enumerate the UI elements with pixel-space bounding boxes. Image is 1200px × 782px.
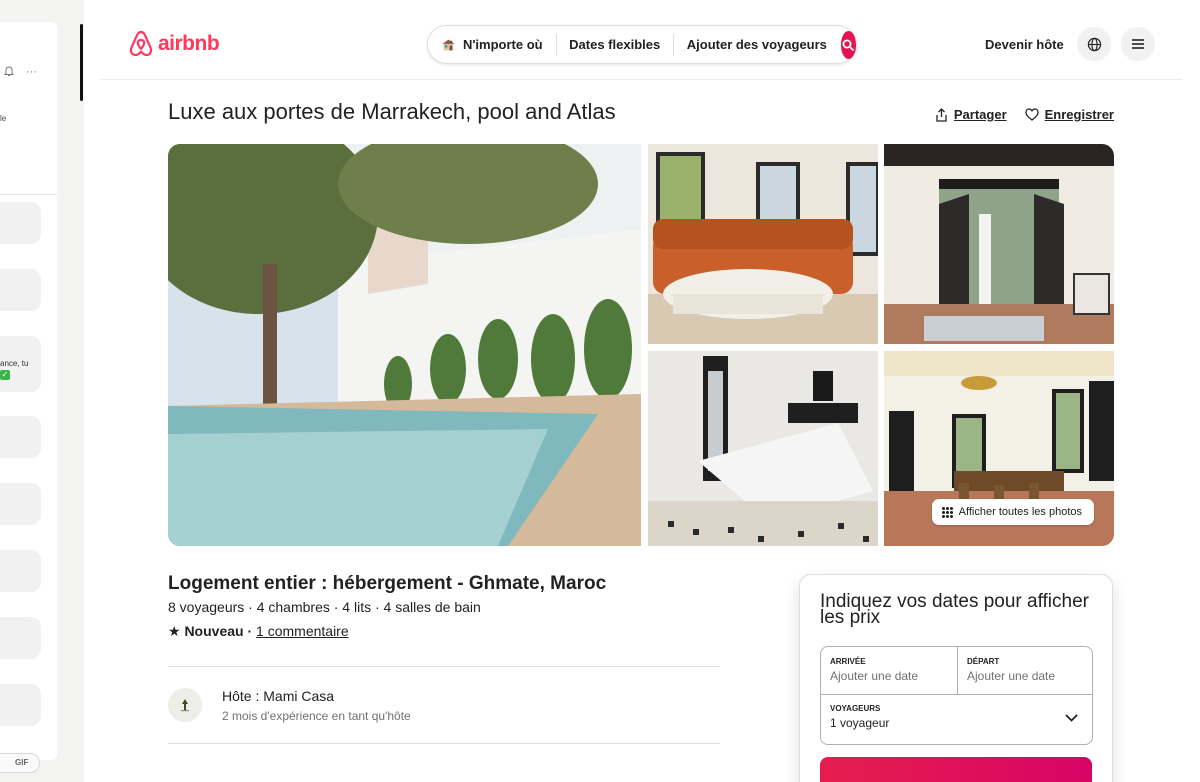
chat-bubble[interactable] <box>0 483 41 525</box>
menu-icon <box>1132 39 1144 49</box>
photo-pool[interactable] <box>168 144 641 546</box>
search-bar[interactable]: N'importe où Dates flexibles Ajouter des… <box>427 25 857 64</box>
globe-icon <box>1087 37 1101 51</box>
airbnb-logo[interactable]: airbnb <box>128 30 220 58</box>
booking-card: Indiquez vos dates pour afficher les pri… <box>799 574 1113 782</box>
language-button[interactable] <box>1077 27 1111 61</box>
site-header: airbnb N'importe où Dates flexibles Ajou… <box>101 0 1182 80</box>
chat-bubble[interactable] <box>0 269 41 311</box>
listing-rating: ★ Nouveau · 1 commentaire <box>168 623 349 640</box>
checkout-value: Ajouter une date <box>967 669 1056 683</box>
guests-label: VOYAGEURS <box>830 704 881 713</box>
chat-divider <box>0 194 57 195</box>
share-button[interactable]: Partager <box>935 107 1007 122</box>
chat-bubble[interactable] <box>0 202 41 244</box>
house-icon <box>442 39 455 50</box>
field-divider <box>821 694 1092 695</box>
show-all-photos-label: Afficher toutes les photos <box>958 506 1082 518</box>
show-all-photos-button[interactable]: Afficher toutes les photos <box>931 499 1094 525</box>
host-experience: 2 mois d'expérience en tant qu'hôte <box>222 709 411 723</box>
chat-bubble[interactable] <box>0 684 41 726</box>
search-button[interactable] <box>840 30 857 59</box>
divider <box>168 666 720 667</box>
checkout-field[interactable]: DÉPART Ajouter une date <box>967 657 1055 683</box>
chat-bubble-text: ance, tu ✓ <box>0 359 29 380</box>
photo-gallery: Afficher toutes les photos <box>168 144 1114 546</box>
gif-button[interactable]: GIF <box>0 753 40 773</box>
menu-button[interactable] <box>1121 27 1155 61</box>
checkout-label: DÉPART <box>967 657 1000 666</box>
divider <box>168 743 720 744</box>
field-divider <box>957 647 958 694</box>
checkin-value: Ajouter une date <box>830 669 919 683</box>
rating-new: ★ Nouveau <box>168 623 244 639</box>
check-availability-button[interactable] <box>820 757 1092 782</box>
share-label: Partager <box>953 107 1007 122</box>
search-where[interactable]: N'importe où <box>463 37 543 52</box>
guests-value: 1 voyageur <box>830 716 890 730</box>
chat-text-fragment: le <box>0 114 7 123</box>
search-who[interactable]: Ajouter des voyageurs <box>687 37 827 52</box>
airbnb-logo-icon <box>129 30 153 57</box>
chat-bubble[interactable] <box>0 617 41 659</box>
listing-subtitle: Logement entier : hébergement - Ghmate, … <box>168 573 607 594</box>
more-icon[interactable]: ··· <box>26 66 37 80</box>
listing-actions: Partager Enregistrer <box>935 107 1114 122</box>
listing-title: Luxe aux portes de Marrakech, pool and A… <box>168 99 616 124</box>
search-divider <box>673 33 674 56</box>
search-icon <box>842 39 855 51</box>
photo-living-room[interactable] <box>648 144 878 344</box>
guests-field[interactable]: VOYAGEURS 1 voyageur <box>830 704 889 730</box>
rating-separator: · <box>243 623 257 639</box>
grid-dots-icon <box>941 506 953 518</box>
review-link[interactable]: 1 commentaire <box>256 623 349 639</box>
chevron-down-icon[interactable] <box>1065 714 1078 722</box>
chat-bubble[interactable] <box>0 550 41 592</box>
checkmark-icon: ✓ <box>0 370 10 380</box>
share-icon <box>936 107 947 122</box>
booking-title: Indiquez vos dates pour afficher les pri… <box>820 591 1089 628</box>
photo-entrance[interactable] <box>884 144 1114 344</box>
chat-toolbar: ··· <box>4 66 37 80</box>
logo-text: airbnb <box>158 32 220 55</box>
scrollbar-thumb[interactable] <box>80 24 83 101</box>
chat-card: ··· le ance, tu ✓ GIF <box>0 22 57 773</box>
heart-icon <box>1024 108 1039 121</box>
host-avatar[interactable] <box>168 688 202 722</box>
checkin-label: ARRIVÉE <box>830 657 866 666</box>
host-name: Hôte : Mami Casa <box>222 688 335 704</box>
photo-dining-room[interactable]: Afficher toutes les photos <box>884 351 1114 546</box>
search-divider <box>555 33 557 56</box>
search-when[interactable]: Dates flexibles <box>569 37 660 52</box>
booking-form: ARRIVÉE Ajouter une date DÉPART Ajouter … <box>820 646 1093 745</box>
photo-bedroom[interactable] <box>648 351 878 546</box>
chat-bubble[interactable] <box>0 416 41 458</box>
save-label: Enregistrer <box>1044 107 1114 122</box>
listing-specs: 8 voyageurs · 4 chambres · 4 lits · 4 sa… <box>168 599 481 615</box>
left-chat-panel: ··· le ance, tu ✓ GIF <box>0 0 84 782</box>
save-button[interactable]: Enregistrer <box>1024 107 1114 122</box>
checkin-field[interactable]: ARRIVÉE Ajouter une date <box>830 657 918 683</box>
become-host-link[interactable]: Devenir hôte <box>985 37 1064 52</box>
bell-icon[interactable] <box>4 66 14 80</box>
